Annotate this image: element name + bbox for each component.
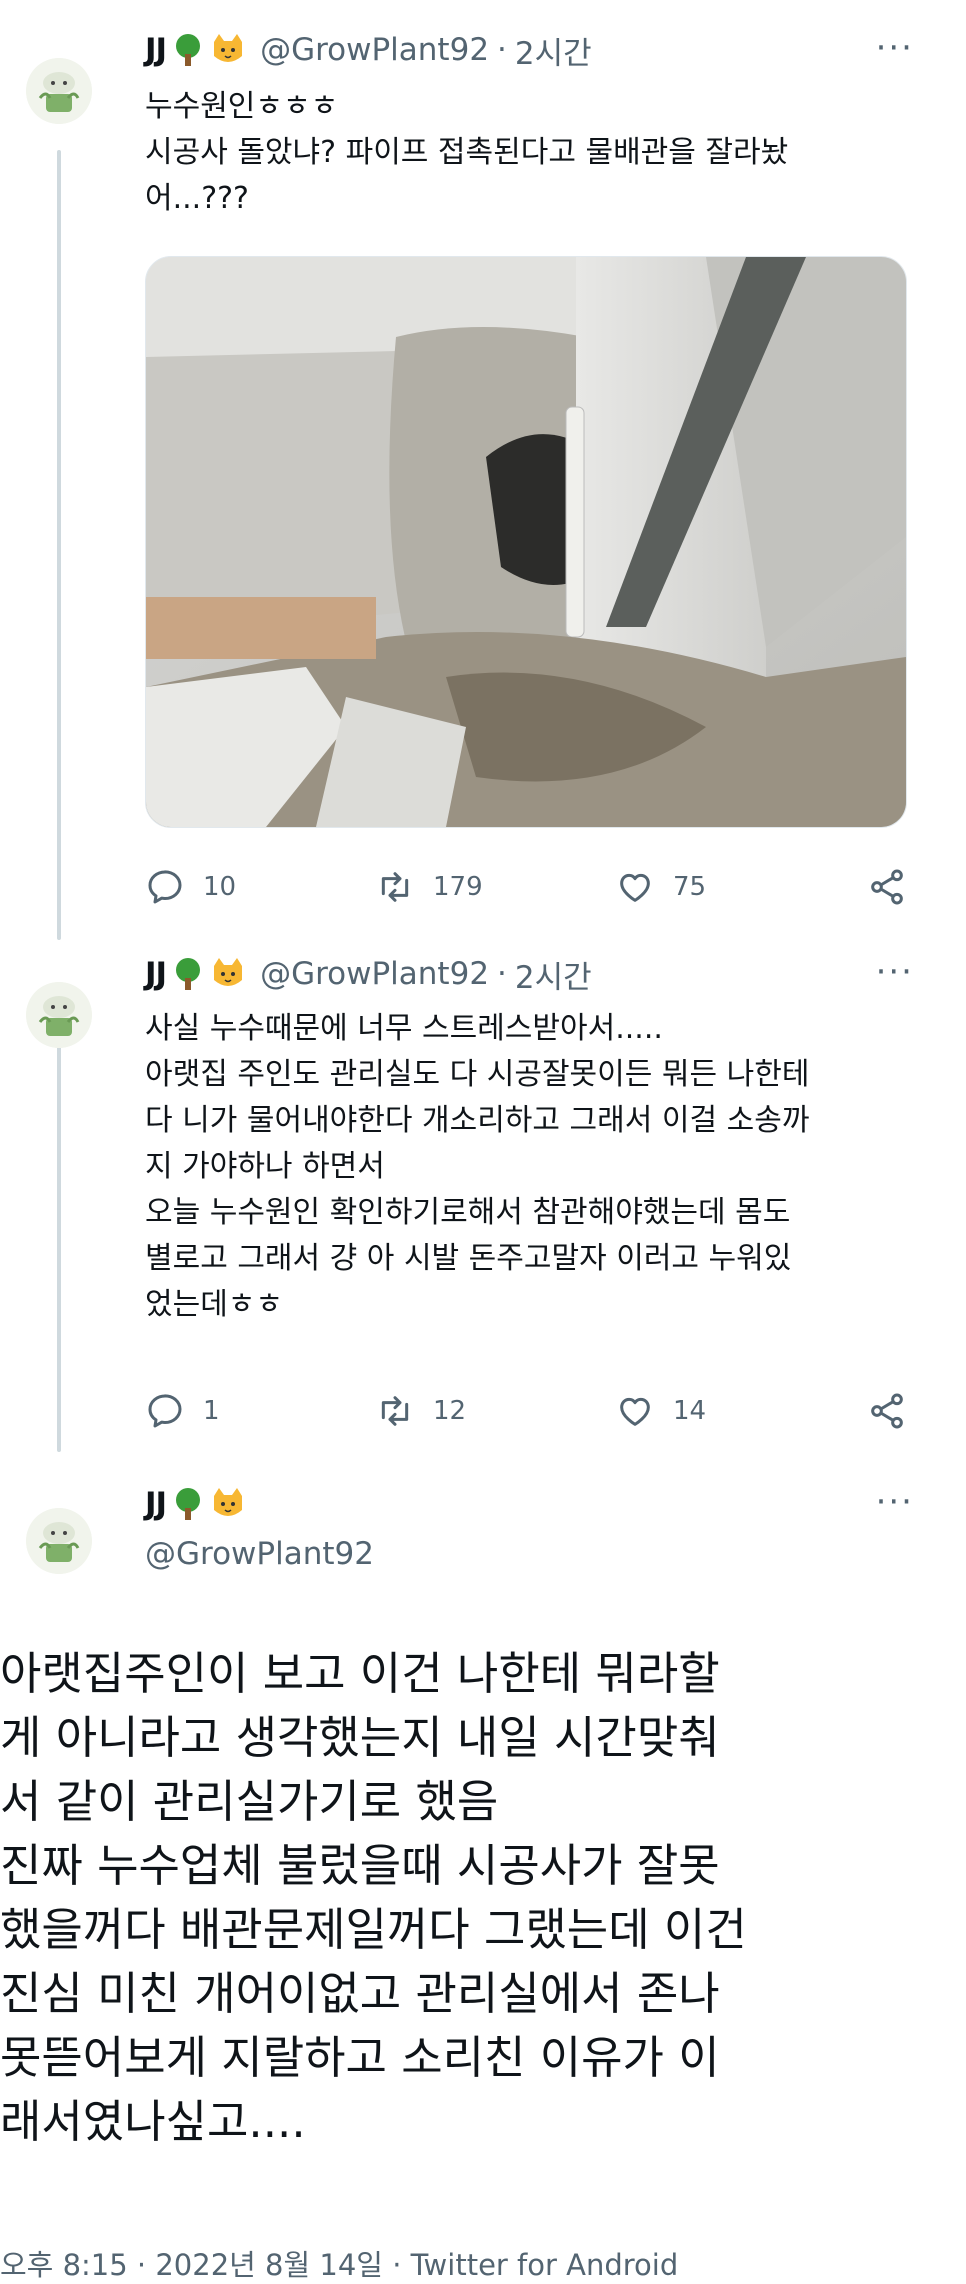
retweet-count: 12 [433,1396,467,1426]
main-tweet-text: 아랫집주인이 보고 이건 나한테 뭐라할 게 아니라고 생각했는지 내일 시간맞… [0,1647,747,2148]
more-options-icon[interactable]: ··· [876,952,914,992]
cat-emoji-icon [210,1486,246,1522]
reply-count: 1 [203,1396,220,1426]
more-options-icon[interactable]: ··· [876,28,914,68]
thread-line [57,1042,61,1452]
share-icon [871,1393,903,1429]
tree-emoji-icon [170,1486,206,1522]
tree-emoji-icon [170,956,206,992]
cat-emoji-icon [210,32,246,68]
retweet-icon [381,872,409,902]
display-name[interactable]: JJ [145,32,167,68]
main-tweet: JJ ··· @GrowPlant92 [0,1480,966,1630]
tweet-header: JJ [145,1480,246,1528]
handle[interactable]: @GrowPlant92 [260,32,489,68]
retweet-button[interactable]: 12 [375,1391,466,1431]
separator-dot: · [497,32,507,68]
reply-button[interactable]: 1 [145,1391,220,1431]
tree-emoji-icon [170,32,206,68]
tweet-actions: 1 12 14 [145,1386,925,1436]
handle[interactable]: @GrowPlant92 [260,956,489,992]
tweet-actions: 10 179 75 [145,862,925,912]
display-name[interactable]: JJ [145,956,167,992]
retweet-count: 179 [433,872,483,902]
tweet-2: JJ @GrowPlant92 · 2시간 ··· 사실 누수때문에 너무 스트… [0,950,966,1480]
timestamp[interactable]: 2시간 [515,952,592,997]
display-name[interactable]: JJ [145,1486,167,1522]
avatar[interactable] [26,58,92,124]
reply-icon [148,1394,182,1428]
thread-line [57,150,61,940]
tweet-text: 사실 누수때문에 너무 스트레스받아서..... 아랫집 주인도 관리실도 다 … [145,1011,810,1322]
share-button[interactable] [867,1391,925,1431]
tweet-photo[interactable] [145,256,907,828]
avatar[interactable] [26,1508,92,1574]
like-count: 75 [673,872,707,902]
share-icon [871,869,903,905]
tweet-1: JJ @GrowPlant92 · 2시간 ··· 누수원인ㅎㅎㅎ 시공사 돌았… [0,0,966,950]
avatar[interactable] [26,982,92,1048]
reply-icon [148,870,182,904]
more-options-icon[interactable]: ··· [876,1482,914,1522]
like-button[interactable]: 75 [615,867,706,907]
like-icon [620,1397,650,1426]
tweet-header: JJ @GrowPlant92 · 2시간 [145,26,592,74]
tweet-header: JJ @GrowPlant92 · 2시간 [145,950,592,998]
tweet-text: 누수원인ㅎㅎㅎ 시공사 돌았냐? 파이프 접촉된다고 물배관을 잘라놨 어...… [145,89,789,216]
reply-button[interactable]: 10 [145,867,236,907]
handle-row: @GrowPlant92 [145,1530,374,1578]
like-count: 14 [673,1396,707,1426]
like-button[interactable]: 14 [615,1391,706,1431]
like-icon [620,873,650,902]
retweet-icon [381,1396,409,1426]
tweet-footer-timestamp[interactable]: 오후 8:15 · 2022년 8월 14일 · Twitter for And… [0,2242,678,2284]
retweet-button[interactable]: 179 [375,867,483,907]
handle[interactable]: @GrowPlant92 [145,1536,374,1572]
timestamp[interactable]: 2시간 [515,28,592,73]
separator-dot: · [497,956,507,992]
share-button[interactable] [867,867,925,907]
cat-emoji-icon [210,956,246,992]
reply-count: 10 [203,872,237,902]
